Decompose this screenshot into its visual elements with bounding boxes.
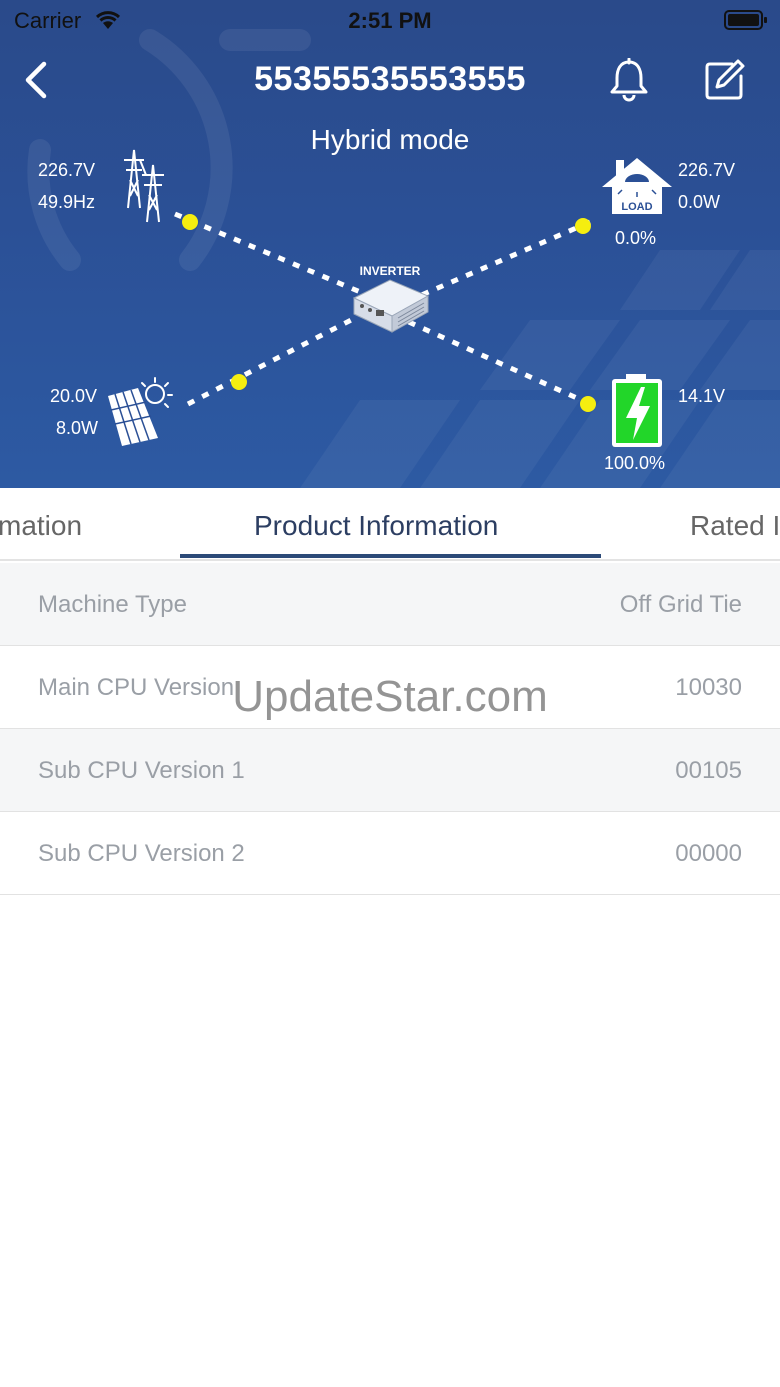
product-info-list: Machine Type Off Grid Tie Main CPU Versi…	[0, 563, 780, 895]
grid-voltage: 226.7V	[38, 160, 96, 180]
row-value: Off Grid Tie	[619, 591, 742, 618]
energy-flow-diagram: INVERTER LOAD	[108, 149, 672, 447]
battery-percent: 100.0%	[604, 453, 666, 473]
load-flow-dot	[575, 218, 591, 234]
load-icon-label: LOAD	[621, 201, 652, 213]
active-tab-indicator	[180, 554, 601, 558]
inverter-label: INVERTER	[360, 264, 421, 278]
tab-rated-information[interactable]: Rated I	[690, 510, 780, 542]
info-tab-bar: mation Product Information Rated I	[0, 488, 780, 561]
row-value: 00105	[675, 757, 742, 784]
row-value: 00000	[675, 840, 742, 867]
grid-flow-line	[174, 211, 366, 297]
battery-voltage: 14.1V	[678, 386, 726, 406]
load-flow-line	[409, 219, 591, 303]
solar-panel-icon	[108, 377, 173, 446]
tab-product-information[interactable]: Product Information	[254, 510, 498, 542]
table-row: Machine Type Off Grid Tie	[0, 563, 780, 646]
transmission-tower-icon	[124, 149, 164, 223]
row-label: Machine Type	[38, 591, 187, 618]
solar-flow-dot	[231, 374, 247, 390]
table-row: Sub CPU Version 1 00105	[0, 729, 780, 812]
tab-previous[interactable]: mation	[0, 510, 82, 542]
load-voltage: 226.7V	[678, 160, 736, 180]
solar-power: 8.0W	[56, 418, 99, 438]
load-power: 0.0W	[678, 192, 721, 212]
grid-flow-dot	[182, 214, 198, 230]
load-percent: 0.0%	[615, 228, 657, 248]
table-row: Sub CPU Version 2 00000	[0, 812, 780, 895]
battery-icon	[612, 374, 662, 447]
inverter-icon	[352, 279, 430, 333]
dashboard-header: Carrier 2:51 PM 55355535553555 Hybrid mo…	[0, 0, 780, 488]
grid-frequency: 49.9Hz	[38, 192, 96, 212]
row-label: Sub CPU Version 1	[38, 757, 245, 784]
battery-flow-dot	[580, 396, 596, 412]
solar-flow-line	[186, 315, 357, 407]
solar-voltage: 20.0V	[50, 386, 98, 406]
row-label: Sub CPU Version 2	[38, 840, 245, 867]
battery-flow-line	[398, 315, 592, 407]
watermark-text: UpdateStar.com	[232, 672, 548, 721]
